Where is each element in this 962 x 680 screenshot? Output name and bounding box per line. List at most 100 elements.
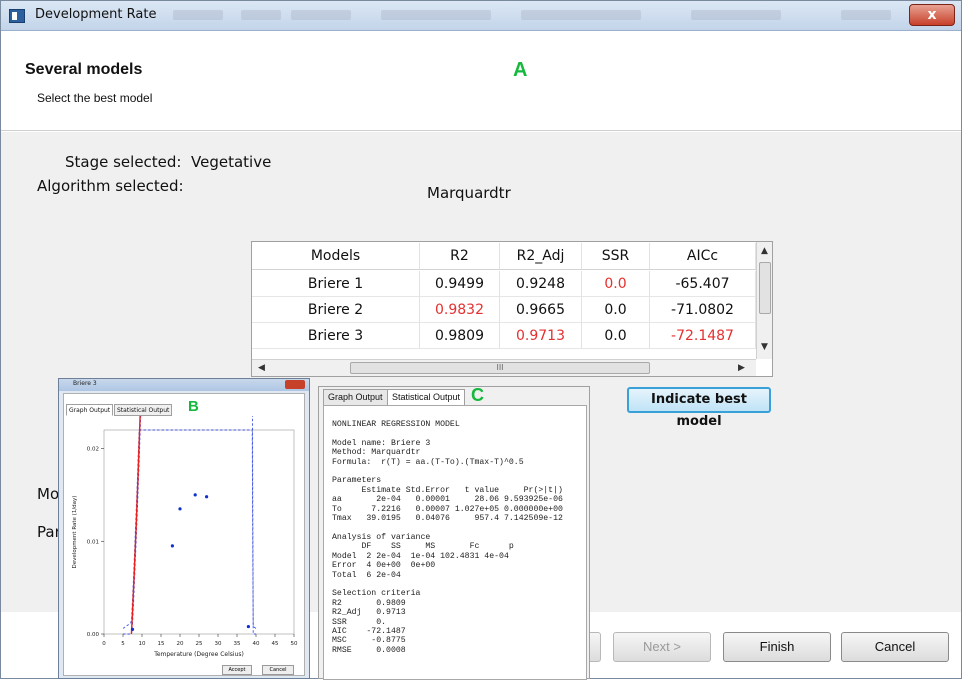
- cell-r2: 0.9499: [420, 271, 500, 297]
- vertical-scroll-thumb[interactable]: [759, 262, 771, 314]
- app-icon: [9, 9, 25, 23]
- cell-r2-adj: 0.9665: [500, 297, 582, 323]
- cell-ssr: 0.0: [582, 323, 650, 349]
- background-ghost: [381, 10, 491, 20]
- background-ghost: [291, 10, 351, 20]
- column-header-aicc[interactable]: AICc: [650, 243, 756, 269]
- y-tick-label: 0.00: [87, 632, 100, 638]
- algorithm-label: Algorithm selected:: [37, 177, 184, 195]
- column-header-ssr[interactable]: SSR: [582, 243, 650, 269]
- cancel-button[interactable]: Cancel: [841, 632, 949, 662]
- regression-output-text: NONLINEAR REGRESSION MODEL Model name: B…: [332, 420, 563, 655]
- data-point: [170, 544, 174, 548]
- tab-statistical-output-c[interactable]: Statistical Output: [387, 389, 466, 406]
- x-tick-label: 0: [102, 641, 106, 647]
- window-title: Development Rate: [35, 7, 157, 22]
- table-horizontal-scrollbar[interactable]: ◀ III ▶: [252, 359, 756, 376]
- cell-r2-adj: 0.9248: [500, 271, 582, 297]
- development-rate-chart: 0 5 10 15 20 25 30 35 40 45 50 0.00 0.01 0.02 Temperat…: [72, 416, 298, 658]
- cell-model: Briere 3: [252, 323, 420, 349]
- scroll-right-arrow-icon[interactable]: ▶: [738, 363, 745, 373]
- column-header-models[interactable]: Models: [252, 243, 420, 269]
- data-point: [205, 495, 209, 499]
- background-ghost: [691, 10, 781, 20]
- table-row-partial: [252, 349, 756, 359]
- indicate-best-model-button[interactable]: Indicate best model: [627, 387, 771, 429]
- horizontal-scroll-thumb[interactable]: III: [350, 362, 650, 374]
- y-tick-label: 0.02: [87, 447, 99, 453]
- data-point: [130, 627, 135, 631]
- graph-window-close-button[interactable]: [285, 380, 305, 389]
- background-ghost: [241, 10, 281, 20]
- stage-label: Stage selected:: [65, 153, 182, 171]
- window-close-button[interactable]: x: [909, 4, 955, 26]
- x-tick-label: 5: [121, 641, 125, 647]
- marker-a: A: [513, 59, 528, 81]
- data-point: [193, 493, 197, 497]
- tab-statistical-output[interactable]: Statistical Output: [114, 404, 173, 416]
- x-tick-label: 35: [234, 641, 241, 647]
- y-tick-label: 0.01: [87, 539, 99, 545]
- cell-aicc: -71.0802: [650, 297, 756, 323]
- page-title: Several models: [25, 61, 143, 78]
- table-row[interactable]: Briere 2 0.9832 0.9665 0.0 -71.0802: [252, 297, 756, 323]
- upper-confidence-band: [122, 429, 257, 629]
- background-ghost: [173, 10, 223, 20]
- cell-aicc: -72.1487: [650, 323, 756, 349]
- table-row[interactable]: Briere 1 0.9499 0.9248 0.0 -65.407: [252, 271, 756, 297]
- x-tick-label: 30: [215, 641, 222, 647]
- next-button[interactable]: Next >: [613, 632, 711, 662]
- x-axis-label: Temperature (Degree Celsius): [153, 651, 244, 658]
- x-tick-label: 15: [158, 641, 165, 647]
- cell-ssr: 0.0: [582, 271, 650, 297]
- algorithm-value: Marquardtr: [427, 184, 511, 202]
- tab-graph-output-c[interactable]: Graph Output: [323, 389, 388, 406]
- table-row[interactable]: Briere 3 0.9809 0.9713 0.0 -72.1487: [252, 323, 756, 349]
- background-ghost: [841, 10, 891, 20]
- tab-graph-output[interactable]: Graph Output: [66, 404, 114, 416]
- graph-output-window: Briere 3 Graph Output Statistical Output…: [58, 378, 310, 679]
- y-axis-label: Development Rate (1/day): [72, 496, 78, 569]
- graph-window-body: Graph Output Statistical Output B 0 5 10 15…: [63, 393, 305, 676]
- cell-model: Briere 2: [252, 297, 420, 323]
- wizard-header: Several models Select the best model: [1, 31, 961, 131]
- x-tick-label: 20: [177, 641, 184, 647]
- background-ghost: [521, 10, 641, 20]
- table-vertical-scrollbar[interactable]: ▲ ▼: [756, 242, 772, 359]
- cell-r2: 0.9832: [420, 297, 500, 323]
- title-bar: Development Rate x: [1, 1, 961, 31]
- x-tick-label: 45: [272, 641, 279, 647]
- statistical-output-panel[interactable]: NONLINEAR REGRESSION MODEL Model name: B…: [323, 405, 587, 680]
- cell-ssr: 0.0: [582, 297, 650, 323]
- table-header: Models R2 R2_Adj SSR AICc: [252, 242, 756, 270]
- models-table[interactable]: Models R2 R2_Adj SSR AICc Briere 1 0.949…: [251, 241, 773, 377]
- page-subtitle: Select the best model: [37, 91, 153, 105]
- cell-model: Briere 1: [252, 271, 420, 297]
- graph-cancel-button[interactable]: Cancel: [262, 665, 294, 675]
- fitted-curve: [130, 416, 141, 635]
- scroll-down-arrow-icon[interactable]: ▼: [761, 342, 768, 352]
- marker-b: B: [188, 398, 199, 415]
- x-tick-label: 10: [139, 641, 146, 647]
- x-tick-label: 25: [196, 641, 203, 647]
- data-point: [178, 507, 182, 511]
- finish-button[interactable]: Finish: [723, 632, 831, 662]
- model-label-partial: Mo: [37, 485, 60, 503]
- column-header-r2-adj[interactable]: R2_Adj: [500, 243, 582, 269]
- scroll-up-arrow-icon[interactable]: ▲: [761, 246, 768, 256]
- graph-window-title-bar: Briere 3: [59, 379, 309, 391]
- x-tick-label: 40: [253, 641, 260, 647]
- x-tick-label: 50: [291, 641, 298, 647]
- cell-aicc: -65.407: [650, 271, 756, 297]
- data-point: [246, 624, 250, 629]
- scroll-left-arrow-icon[interactable]: ◀: [258, 363, 265, 373]
- lower-confidence-band: [123, 416, 256, 635]
- graph-window-title: Briere 3: [73, 380, 97, 387]
- stage-value: Vegetative: [191, 153, 272, 171]
- cell-r2: 0.9809: [420, 323, 500, 349]
- cell-r2-adj: 0.9713: [500, 323, 582, 349]
- column-header-r2[interactable]: R2: [420, 243, 500, 269]
- marker-c: C: [471, 385, 484, 405]
- statistical-output-window: Graph Output Statistical Output C NONLIN…: [318, 385, 590, 680]
- accept-button[interactable]: Accept: [222, 665, 252, 675]
